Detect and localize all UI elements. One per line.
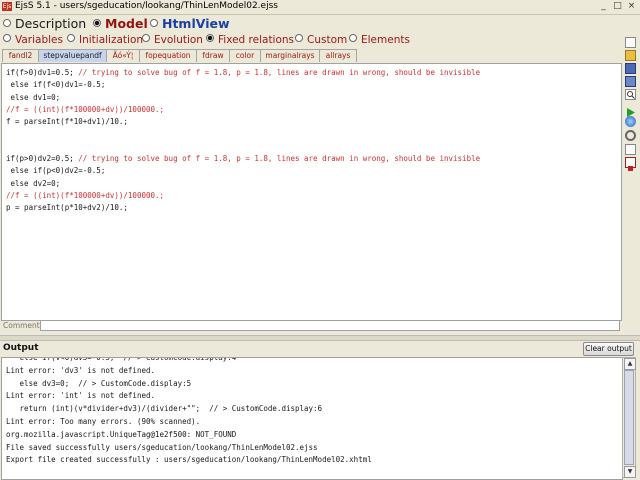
- mode-model-radio[interactable]: Model: [93, 16, 148, 31]
- comment-input[interactable]: [40, 320, 620, 331]
- code-comment: // trying to solve bug of f = 1.8, p = 1…: [78, 68, 481, 77]
- code-line: if(p>0)dv2=0.5; // trying to solve bug o…: [6, 154, 480, 163]
- tab-allrays[interactable]: allrays: [319, 49, 357, 62]
- pdf-icon[interactable]: [625, 157, 636, 171]
- code-comment: //f = ((int)(f*100000+dv))/100000.;: [6, 104, 165, 114]
- code-line: if(f>0)dv1=0.5; // trying to solve bug o…: [6, 68, 480, 77]
- radio-icon: [67, 34, 75, 42]
- code-text: else dv2=0;: [6, 178, 61, 188]
- mode-htmlview-radio[interactable]: HtmlView: [150, 16, 230, 31]
- scroll-up-icon[interactable]: ▲: [624, 358, 636, 370]
- radio-icon: [3, 34, 11, 42]
- output-line: Lint error: 'dv3' is not defined.: [6, 365, 156, 375]
- open-file-icon[interactable]: [625, 50, 636, 61]
- code-comment: // trying to solve bug of f = 1.8, p = 1…: [78, 154, 481, 164]
- code-line: else if(p<0)dv2=-0.5;: [6, 166, 106, 176]
- code-line: //f = ((int)(f*100000+dv))/100000.;: [6, 191, 164, 200]
- section-variables-radio[interactable]: Variables: [3, 34, 63, 46]
- output-line: else dv3=0; // > CustomCode.display:5: [6, 378, 192, 388]
- main-mode-selector: Description Model HtmlView: [0, 15, 640, 33]
- code-text: if(f>0)dv1=0.5;: [6, 68, 79, 77]
- tab-fopequation[interactable]: fopequation: [139, 49, 197, 62]
- radio-icon: [349, 34, 357, 42]
- scroll-thumb[interactable]: [624, 370, 634, 465]
- right-toolbar: [622, 35, 640, 335]
- maximize-button[interactable]: □: [612, 1, 623, 12]
- code-line: //f = ((int)(f*100000+dv))/100000.;: [6, 105, 164, 114]
- tab-stepvaluepandf[interactable]: stepvaluepandf: [38, 49, 107, 62]
- code-text: else if(p<0)dv2=-0.5;: [6, 166, 106, 176]
- save-icon[interactable]: [625, 63, 636, 74]
- minimize-button[interactable]: _: [598, 1, 609, 12]
- new-file-icon[interactable]: [625, 37, 636, 48]
- mode-description-radio[interactable]: Description: [3, 16, 86, 31]
- app-logo: Ejs: [2, 2, 12, 11]
- settings-icon[interactable]: [625, 130, 636, 141]
- radio-selected-icon: [206, 34, 214, 42]
- scroll-down-icon[interactable]: ▼: [624, 466, 636, 478]
- code-line: else dv1=0;: [6, 92, 61, 102]
- radio-icon: [150, 19, 158, 27]
- output-line: Export file created successfully : users…: [6, 455, 372, 465]
- section-initialization-radio[interactable]: Initialization: [67, 34, 143, 46]
- code-line: p = parseInt(p*10+dv2)/10.;: [6, 203, 128, 212]
- tab-garbled[interactable]: Ãó«Ý¦: [106, 49, 140, 62]
- comment-label: Comment: [3, 321, 40, 330]
- code-text: p = parseInt(p*10+dv2)/10.;: [6, 203, 128, 213]
- run-icon[interactable]: [625, 103, 636, 117]
- output-line: File saved successfully users/sgeducatio…: [6, 442, 318, 452]
- code-text: else dv1=0;: [6, 92, 61, 102]
- code-comment: //f = ((int)(f*100000+dv))/100000.;: [6, 191, 165, 200]
- radio-icon: [142, 34, 150, 42]
- section-evolution-radio[interactable]: Evolution: [142, 34, 203, 46]
- search-icon[interactable]: [625, 89, 636, 100]
- radio-selected-icon: [93, 19, 101, 27]
- clear-output-button[interactable]: Clear output: [583, 342, 634, 356]
- code-line: else if(f<0)dv1=-0.5;: [6, 80, 106, 90]
- output-line: org.mozilla.javascript.UniqueTag@1e2f500…: [6, 429, 237, 439]
- output-line: return (int)(v*divider+dv3)/(divider+"";…: [6, 404, 323, 414]
- section-custom-radio[interactable]: Custom: [295, 34, 347, 46]
- code-line: f = parseInt(f*10+dv1)/10.;: [6, 117, 128, 126]
- save-as-icon[interactable]: [625, 76, 636, 87]
- code-text: f = parseInt(f*10+dv1)/10.;: [6, 117, 128, 127]
- code-text: else if(f<0)dv1=-0.5;: [6, 80, 106, 90]
- section-fixed-relations-radio[interactable]: Fixed relations: [206, 34, 294, 46]
- tab-marginalrays[interactable]: marginalrays: [260, 49, 320, 62]
- tab-color[interactable]: color: [229, 49, 261, 62]
- radio-icon: [295, 34, 303, 42]
- model-section-selector: Variables Initialization Evolution Fixed…: [0, 34, 640, 48]
- page-tabs: fandl2 stepvaluepandf Ãó«Ý¦ fopequation …: [0, 49, 640, 62]
- tab-fandl2[interactable]: fandl2: [2, 49, 39, 62]
- radio-icon: [3, 19, 11, 27]
- code-line: else dv2=0;: [6, 178, 61, 188]
- section-elements-radio[interactable]: Elements: [349, 34, 410, 46]
- output-line: else if(v<0)dv3=-0.5; // > CustomCode.di…: [6, 357, 237, 362]
- output-console[interactable]: else if(v<0)dv3=-0.5; // > CustomCode.di…: [1, 357, 623, 480]
- code-text: if(p>0)dv2=0.5;: [6, 154, 79, 164]
- output-line: Lint error: 'int' is not defined.: [6, 391, 156, 401]
- title-bar: Ejs EjsS 5.1 - users/sgeducation/lookang…: [0, 0, 640, 15]
- code-editor[interactable]: if(f>0)dv1=0.5; // trying to solve bug o…: [1, 63, 622, 321]
- close-button[interactable]: ×: [626, 1, 637, 12]
- output-line: Lint error: Too many errors. (90% scanne…: [6, 417, 201, 426]
- comment-row: Comment: [1, 320, 620, 332]
- output-label: Output: [3, 343, 39, 353]
- browser-icon[interactable]: [625, 116, 636, 127]
- window-title: EjsS 5.1 - users/sgeducation/lookang/Thi…: [15, 1, 278, 11]
- tab-fdraw[interactable]: fdraw: [196, 49, 230, 62]
- output-scrollbar[interactable]: ▲ ▼: [622, 357, 636, 478]
- info-icon[interactable]: [625, 144, 636, 155]
- splitter[interactable]: [0, 335, 640, 341]
